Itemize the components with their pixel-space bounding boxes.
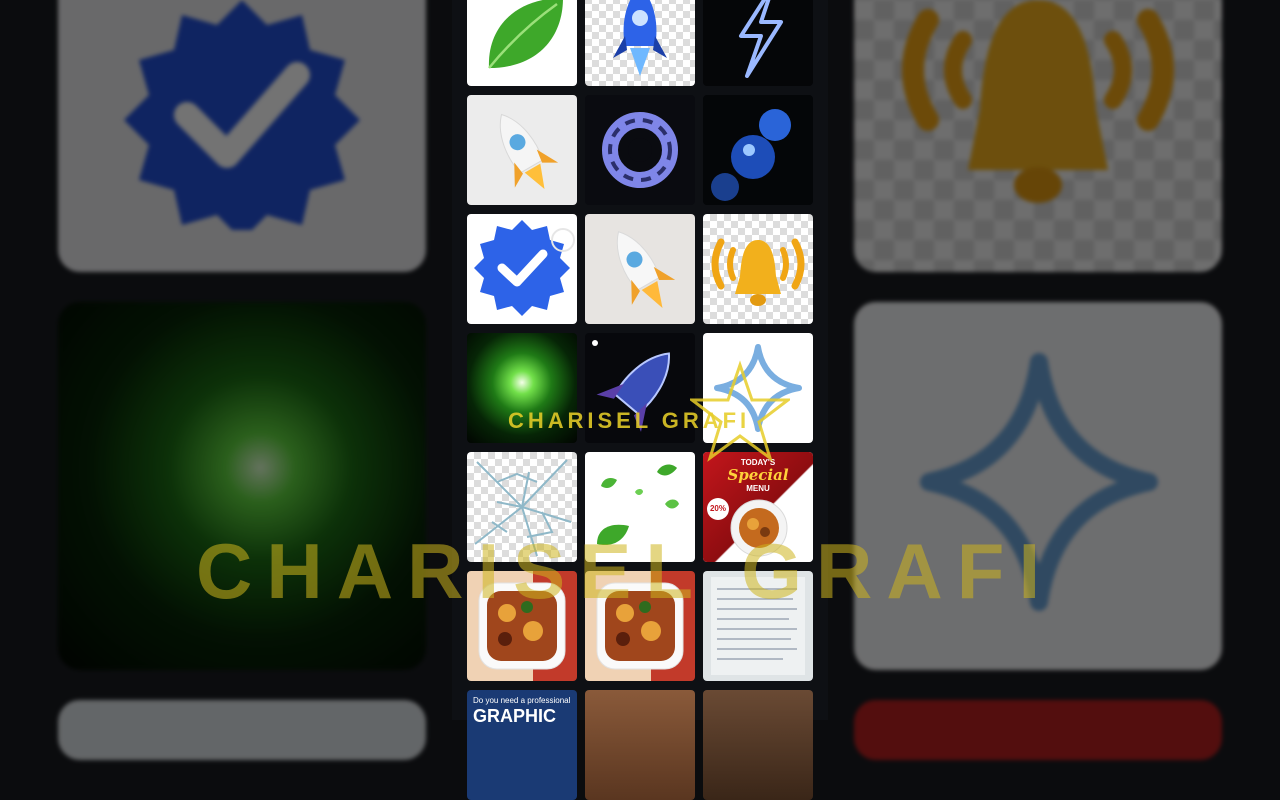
tile-stew-dish-2[interactable] xyxy=(585,571,695,681)
watermark-star-icon xyxy=(690,360,790,462)
rocket-icon xyxy=(592,340,670,432)
tile-glass-rocket[interactable] xyxy=(585,333,695,443)
verified-badge-icon xyxy=(474,220,575,316)
backdrop-verified-badge xyxy=(58,0,426,272)
backdrop-sparkle-star xyxy=(854,302,1222,670)
tile-handwritten-document[interactable] xyxy=(703,571,813,681)
torus-icon xyxy=(602,112,678,188)
tile-glass-lightning[interactable] xyxy=(703,0,813,86)
document-icon xyxy=(711,577,805,675)
tile-graphic-promo[interactable]: Do you need a professional GRAPHIC xyxy=(467,690,577,800)
tile-floating-leaves[interactable] xyxy=(585,452,695,562)
tile-cartoon-rocket[interactable] xyxy=(467,95,577,205)
backdrop-food-banner xyxy=(854,700,1222,760)
tile-green-leaf[interactable] xyxy=(467,0,577,86)
leaf-icon xyxy=(488,0,563,69)
rocket-icon xyxy=(499,113,559,189)
sparkle-icon xyxy=(920,353,1158,611)
promo-headline: GRAPHIC xyxy=(473,706,557,726)
tile-blue-glass-shapes[interactable] xyxy=(703,95,813,205)
discount-badge: 20% xyxy=(707,498,729,520)
promo-caption: Do you need a professional xyxy=(473,696,571,705)
dish-icon xyxy=(478,582,566,670)
backdrop-golden-bell xyxy=(854,0,1222,272)
tile-verified-badge[interactable] xyxy=(467,214,577,324)
menu-line-3: MENU xyxy=(746,484,770,493)
tile-green-burst[interactable] xyxy=(467,333,577,443)
tile-photo-brown-2[interactable] xyxy=(703,690,813,800)
dish-icon xyxy=(596,582,684,670)
cracked-glass-icon xyxy=(474,459,572,557)
backdrop-green-burst xyxy=(58,302,426,670)
lightning-icon xyxy=(739,0,783,78)
tile-cracked-glass[interactable] xyxy=(467,452,577,562)
food-plate-icon xyxy=(730,499,788,557)
rocket-icon xyxy=(613,0,667,76)
rocket-icon xyxy=(616,231,676,308)
glass-shapes-icon xyxy=(711,109,791,201)
backdrop-cracked-glass xyxy=(58,700,426,760)
tile-golden-bell[interactable] xyxy=(703,214,813,324)
bell-icon xyxy=(711,238,805,306)
tile-rocket-launch[interactable] xyxy=(585,214,695,324)
tile-blue-rocket[interactable] xyxy=(585,0,695,86)
tile-glass-torus[interactable] xyxy=(585,95,695,205)
tile-photo-brown-1[interactable] xyxy=(585,690,695,800)
bell-icon xyxy=(902,0,1174,203)
tile-stew-dish-1[interactable] xyxy=(467,571,577,681)
verified-badge-icon xyxy=(124,0,360,230)
leaves-icon xyxy=(597,464,679,546)
